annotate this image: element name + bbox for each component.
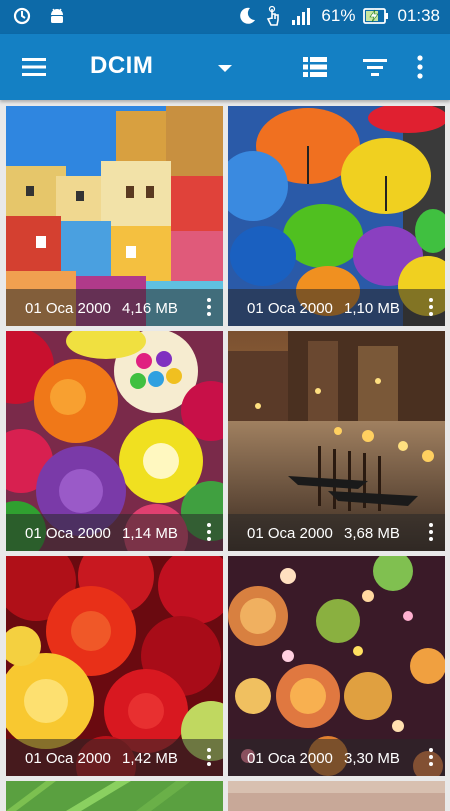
photo-caption: 01 Oca 2000 3,68 MB	[228, 514, 445, 551]
clock: 01:38	[397, 6, 440, 25]
photo-thumbnail	[228, 781, 445, 811]
photo-tile[interactable]	[228, 781, 445, 811]
photo-size: 1,14 MB	[122, 525, 178, 542]
photo-options-icon[interactable]	[202, 296, 216, 320]
photo-size: 3,68 MB	[344, 525, 400, 542]
touch-icon	[267, 5, 280, 26]
photo-size: 4,16 MB	[122, 300, 178, 317]
photo-size: 3,30 MB	[344, 750, 400, 767]
app-bar: DCIM	[0, 34, 450, 100]
sync-icon	[13, 7, 31, 25]
photo-caption: 01 Oca 2000 1,42 MB	[6, 739, 223, 776]
battery-percent: 61%	[321, 6, 356, 25]
photo-caption: 01 Oca 2000 3,30 MB	[228, 739, 445, 776]
battery-charging-icon	[363, 8, 389, 24]
dropdown-icon[interactable]	[212, 56, 238, 80]
photo-options-icon[interactable]	[202, 746, 216, 770]
photo-date: 01 Oca 2000	[247, 525, 333, 542]
list-view-icon[interactable]	[300, 53, 330, 81]
photo-tile[interactable]: 01 Oca 2000 1,10 MB	[228, 106, 445, 326]
photo-options-icon[interactable]	[424, 296, 438, 320]
signal-icon	[292, 8, 311, 25]
menu-icon[interactable]	[20, 53, 50, 81]
photo-date: 01 Oca 2000	[25, 300, 111, 317]
photo-tile[interactable]: 01 Oca 2000 3,30 MB	[228, 556, 445, 776]
more-vert-icon[interactable]	[408, 51, 432, 83]
photo-size: 1,10 MB	[344, 300, 400, 317]
photo-options-icon[interactable]	[424, 521, 438, 545]
photo-grid: 01 Oca 2000 4,16 MB 01 Oca 2000 1,10 MB	[0, 100, 450, 811]
photo-options-icon[interactable]	[202, 521, 216, 545]
photo-tile[interactable]: 01 Oca 2000 1,42 MB	[6, 556, 223, 776]
photo-caption: 01 Oca 2000 4,16 MB	[6, 289, 223, 326]
photo-date: 01 Oca 2000	[25, 750, 111, 767]
moon-icon	[240, 7, 256, 24]
photo-caption: 01 Oca 2000 1,14 MB	[6, 514, 223, 551]
photo-date: 01 Oca 2000	[247, 750, 333, 767]
photo-caption: 01 Oca 2000 1,10 MB	[228, 289, 445, 326]
filter-icon[interactable]	[360, 53, 390, 81]
folder-title[interactable]: DCIM	[90, 52, 153, 80]
status-bar: 61% 01:38	[0, 0, 450, 34]
photo-date: 01 Oca 2000	[25, 525, 111, 542]
android-icon	[51, 8, 63, 23]
photo-size: 1,42 MB	[122, 750, 178, 767]
photo-thumbnail	[6, 781, 223, 811]
photo-tile[interactable]: 01 Oca 2000 3,68 MB	[228, 331, 445, 551]
photo-tile[interactable]: 01 Oca 2000 1,14 MB	[6, 331, 223, 551]
photo-tile[interactable]	[6, 781, 223, 811]
photo-date: 01 Oca 2000	[247, 300, 333, 317]
photo-tile[interactable]: 01 Oca 2000 4,16 MB	[6, 106, 223, 326]
photo-options-icon[interactable]	[424, 746, 438, 770]
